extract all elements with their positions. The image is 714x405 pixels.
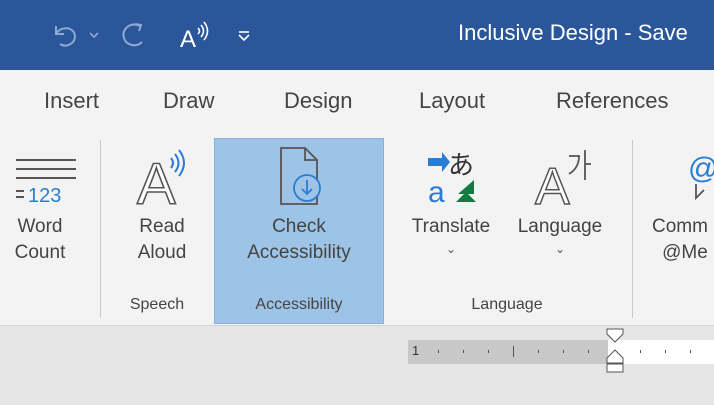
word-count-digits: 123	[28, 185, 61, 207]
check-accessibility-label: Check Accessibility	[247, 216, 351, 263]
tab-layout[interactable]: Layout	[419, 88, 485, 114]
read-aloud-label: Read Aloud	[137, 216, 187, 263]
ruler-tick	[665, 350, 666, 353]
redo-icon[interactable]	[114, 16, 152, 54]
comments-at-me-button[interactable]: @ Comm@Me	[646, 136, 714, 286]
read-aloud-icon: A	[127, 136, 197, 208]
at-mention-icon: @	[646, 136, 714, 208]
check-accessibility-icon	[269, 136, 329, 208]
ruler-tick	[690, 350, 691, 353]
svg-text:@: @	[688, 152, 714, 185]
word-count-label: Word Count	[14, 216, 66, 263]
svg-text:a: a	[428, 176, 445, 208]
tab-draw[interactable]: Draw	[163, 88, 214, 114]
group-label-accessibility: Accessibility	[255, 296, 343, 313]
ruler-tick	[588, 350, 589, 353]
ribbon: 123 Word Count A Read Aloud Check Access…	[0, 136, 714, 326]
svg-text:A: A	[180, 26, 196, 51]
group-label-language: Language	[471, 296, 543, 313]
customize-qat-icon[interactable]	[234, 16, 254, 54]
indent-marker-icon[interactable]	[604, 328, 626, 376]
group-label-speech: Speech	[129, 296, 185, 313]
separator	[632, 140, 633, 318]
translate-icon: あ a	[416, 136, 486, 208]
ruler-tick	[463, 350, 464, 353]
title-bar: A Inclusive Design - Save	[0, 0, 714, 70]
chevron-down-icon: ⌄	[445, 242, 457, 256]
tab-insert[interactable]: Insert	[44, 88, 99, 114]
svg-text:あ: あ	[448, 151, 474, 181]
word-count-icon: 123	[0, 136, 80, 208]
ruler-tick	[513, 346, 514, 357]
svg-text:A: A	[137, 152, 176, 208]
ruler-tick	[538, 350, 539, 353]
comments-at-me-label: Comm @Me	[652, 216, 708, 263]
tab-references[interactable]: References	[556, 88, 669, 114]
language-label: Language	[517, 216, 603, 237]
horizontal-ruler[interactable]: 1	[408, 328, 714, 373]
ribbon-tabs: Insert Draw Design Layout References	[0, 70, 714, 136]
svg-text:A: A	[535, 158, 570, 208]
ruler-tick	[438, 350, 439, 353]
check-accessibility-button[interactable]: Check Accessibility	[214, 136, 384, 286]
tab-design[interactable]: Design	[284, 88, 352, 114]
window-title: Inclusive Design - Save	[458, 20, 688, 45]
read-aloud-qat-icon[interactable]: A	[176, 16, 216, 54]
language-icon: A	[525, 136, 595, 208]
separator	[100, 140, 101, 318]
translate-label: Translate	[411, 216, 491, 237]
chevron-down-icon: ⌄	[554, 242, 566, 256]
read-aloud-button[interactable]: A Read Aloud	[112, 136, 212, 286]
ruler-number: 1	[412, 343, 420, 358]
translate-button[interactable]: あ a Translate ⌄	[402, 136, 500, 286]
ruler-tick	[563, 350, 564, 353]
language-button[interactable]: A Language ⌄	[508, 136, 612, 286]
undo-dropdown-icon[interactable]	[86, 16, 102, 54]
word-count-button[interactable]: 123 Word Count	[0, 136, 86, 286]
ruler-tick	[640, 350, 641, 353]
undo-icon[interactable]	[44, 16, 84, 54]
ruler-tick	[488, 350, 489, 353]
